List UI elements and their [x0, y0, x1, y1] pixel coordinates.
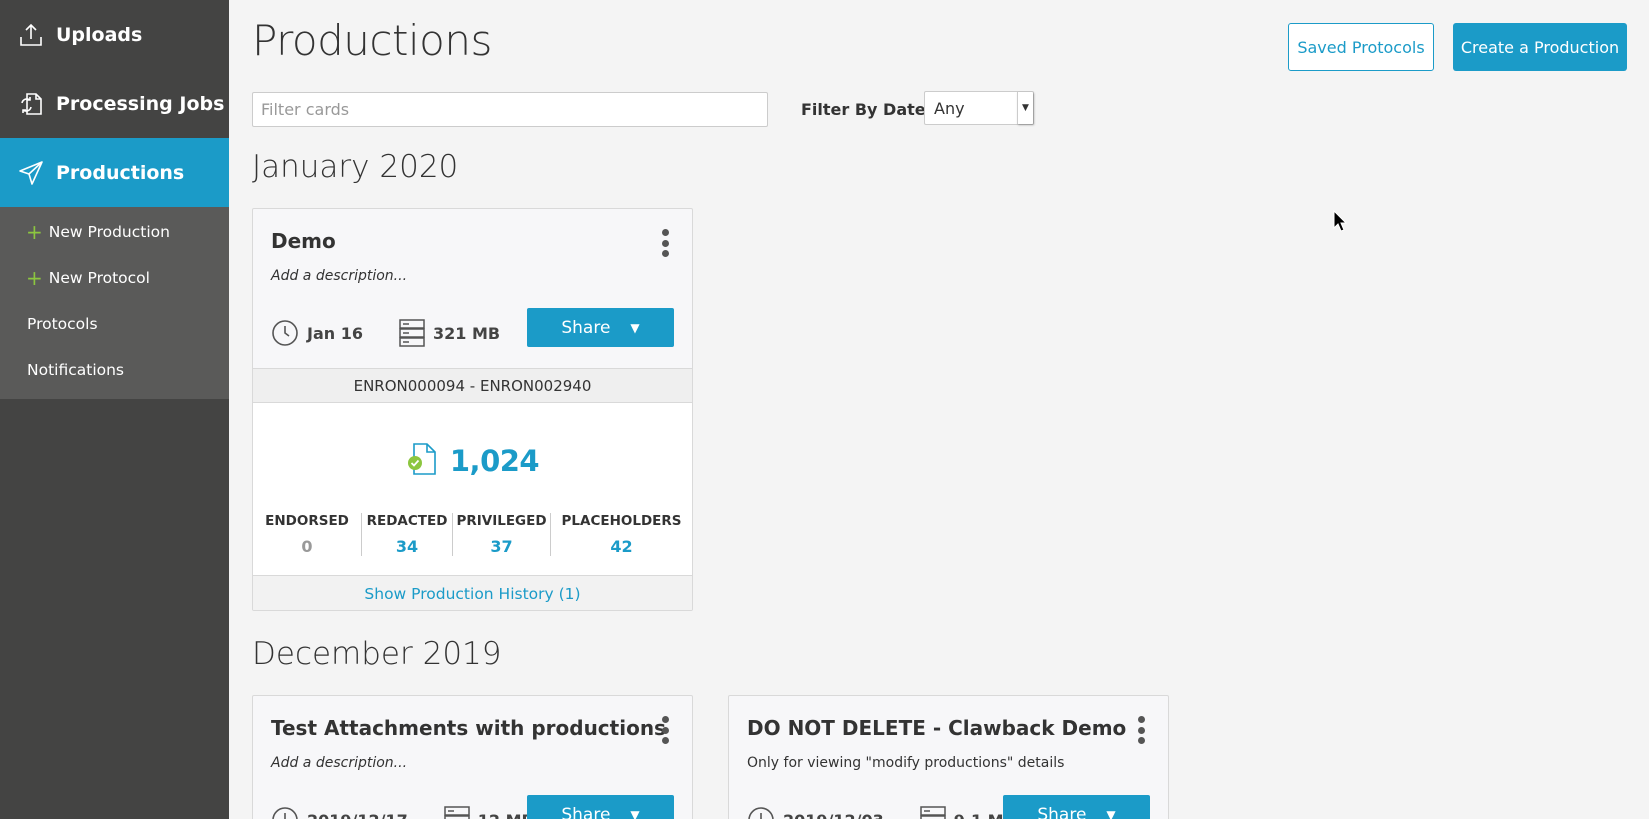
card-title[interactable]: Test Attachments with productions	[271, 716, 666, 740]
main-content: Productions Saved Protocols Create a Pro…	[229, 0, 1649, 819]
stat-label: REDACTED	[366, 513, 448, 529]
month-heading: January 2020	[252, 149, 459, 185]
sidebar-item-label: Notifications	[27, 361, 125, 379]
date-filter-value: Any	[934, 98, 965, 118]
card-date: 2019/12/03	[783, 811, 884, 819]
server-icon	[920, 806, 946, 819]
card-description[interactable]: Add a description...	[271, 755, 407, 771]
share-label: Share	[561, 804, 611, 819]
production-card: Demo Add a description... Jan 16 321 MB …	[252, 208, 693, 611]
filter-by-date-label: Filter By Date:	[801, 100, 933, 119]
filter-cards-input[interactable]	[252, 92, 768, 127]
card-description[interactable]: Only for viewing "modify productions" de…	[747, 755, 1064, 771]
stat-label: PRIVILEGED	[456, 513, 547, 529]
file-sync-icon	[18, 91, 44, 117]
caret-down-icon: ▼	[1106, 807, 1116, 819]
sidebar-item-uploads[interactable]: Uploads	[0, 0, 229, 69]
stat-placeholders: PLACEHOLDERS 42	[551, 513, 692, 556]
more-options-icon[interactable]	[660, 716, 670, 744]
sidebar-item-notifications[interactable]: Notifications	[0, 347, 229, 393]
page-title: Productions	[252, 16, 492, 65]
document-check-icon	[406, 441, 440, 481]
share-button[interactable]: Share ▼	[1003, 795, 1150, 819]
create-production-button[interactable]: Create a Production	[1453, 23, 1627, 71]
paper-plane-icon	[18, 160, 44, 186]
stat-endorsed: ENDORSED 0	[253, 513, 362, 556]
caret-down-icon: ▼	[630, 320, 640, 335]
sidebar: Uploads Processing Jobs Productions + Ne…	[0, 0, 229, 819]
stat-label: ENDORSED	[265, 513, 349, 529]
stat-redacted: REDACTED 34	[362, 513, 453, 556]
sidebar-item-label: Protocols	[27, 315, 98, 333]
upload-icon	[18, 22, 44, 48]
stat-value[interactable]: 34	[396, 537, 418, 556]
card-size: 12 MB	[478, 811, 534, 819]
production-card: Test Attachments with productions Add a …	[252, 695, 693, 819]
bates-range: ENRON000094 - ENRON002940	[253, 368, 692, 403]
more-options-icon[interactable]	[1136, 716, 1146, 744]
stat-row: ENDORSED 0 REDACTED 34 PRIVILEGED 37 PLA…	[253, 513, 692, 556]
card-size: 321 MB	[432, 323, 501, 343]
productions-subnav: + New Production + New Protocol Protocol…	[0, 207, 229, 399]
sidebar-item-label: Processing Jobs	[56, 92, 225, 115]
document-count-value: 1,024	[449, 444, 540, 478]
card-description[interactable]: Add a description...	[271, 268, 407, 284]
dropdown-arrow-icon[interactable]: ▼	[1017, 92, 1033, 124]
stat-value[interactable]: 42	[610, 537, 632, 556]
sidebar-item-new-production[interactable]: + New Production	[0, 209, 229, 255]
clock-icon	[747, 806, 775, 819]
production-card: DO NOT DELETE - Clawback Demo Only for v…	[728, 695, 1169, 819]
sidebar-item-processing-jobs[interactable]: Processing Jobs	[0, 69, 229, 138]
stat-value[interactable]: 37	[490, 537, 512, 556]
server-icon	[444, 806, 470, 819]
card-title[interactable]: Demo	[271, 229, 336, 253]
sidebar-item-label: New Production	[48, 223, 170, 241]
stat-value[interactable]: 0	[301, 537, 312, 556]
share-button[interactable]: Share ▼	[527, 795, 674, 819]
sidebar-item-label: New Protocol	[48, 269, 150, 287]
sidebar-item-new-protocol[interactable]: + New Protocol	[0, 255, 229, 301]
clock-icon	[271, 319, 299, 347]
share-label: Share	[1037, 804, 1087, 819]
date-filter-select[interactable]: Any ▼	[924, 91, 1034, 125]
sidebar-item-label: Uploads	[56, 23, 143, 46]
server-icon	[399, 319, 425, 347]
share-button[interactable]: Share ▼	[527, 308, 674, 347]
production-stats: 1,024 ENDORSED 0 REDACTED 34 PRIVILEGED …	[253, 403, 692, 575]
share-label: Share	[561, 317, 611, 338]
document-count: 1,024	[253, 441, 692, 481]
card-date: Jan 16	[307, 323, 363, 343]
card-date: 2019/12/17	[307, 811, 408, 819]
clock-icon	[271, 806, 299, 819]
card-title[interactable]: DO NOT DELETE - Clawback Demo	[747, 716, 1126, 740]
month-heading: December 2019	[252, 636, 502, 672]
show-production-history-link[interactable]: Show Production History (1)	[253, 575, 692, 610]
mouse-cursor-icon	[1333, 209, 1348, 236]
sidebar-item-label: Productions	[56, 161, 185, 184]
plus-icon: +	[26, 220, 43, 244]
stat-privileged: PRIVILEGED 37	[453, 513, 551, 556]
card-meta: 2019/12/17 12 MB	[271, 806, 534, 819]
plus-icon: +	[26, 266, 43, 290]
card-meta: 2019/12/03 9.1 MB	[747, 806, 1016, 819]
caret-down-icon: ▼	[630, 807, 640, 819]
saved-protocols-button[interactable]: Saved Protocols	[1288, 23, 1434, 71]
sidebar-item-protocols[interactable]: Protocols	[0, 301, 229, 347]
sidebar-item-productions[interactable]: Productions	[0, 138, 229, 207]
card-meta: Jan 16 321 MB	[271, 319, 500, 347]
stat-label: PLACEHOLDERS	[561, 513, 682, 529]
more-options-icon[interactable]	[660, 229, 670, 257]
